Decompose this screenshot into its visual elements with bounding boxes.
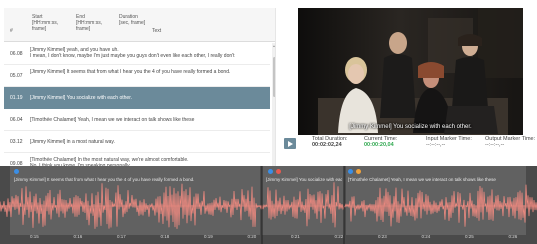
table-row[interactable]: 03.12 [Jimmy Kimmel] in a most natural w… <box>4 131 270 153</box>
time-tick-label: 0:17 <box>117 234 126 239</box>
table-row[interactable]: 09.08 [Timothée Chalamet] In the most na… <box>4 153 270 166</box>
play-button[interactable] <box>284 138 296 149</box>
table-row[interactable]: 06.04 [Timothée Chalamet] Yeah, I mean w… <box>4 109 270 131</box>
region-handle-icon[interactable] <box>14 169 19 174</box>
column-header-duration[interactable]: Duration [sec, frame] <box>119 14 149 26</box>
region-handle-icon[interactable] <box>348 169 353 174</box>
video-player[interactable]: [Jimmy Kimmel] You socialize with each o… <box>298 8 523 135</box>
time-tick-label: 0:20 <box>247 234 257 239</box>
time-tick-label: 0:22 <box>334 234 344 239</box>
row-text: [Timothée Chalamet] Yeah, I mean we we i… <box>30 117 195 123</box>
waveform-timeline[interactable]: [Jimmy Kimmel] It seems that from what I… <box>0 166 537 244</box>
region-label: [Jimmy Kimmel] You socialize with each o… <box>266 177 342 182</box>
row-id: 05.07 <box>10 73 23 79</box>
subtitle-table: # Start [HH:mm:ss, frame] End [HH:mm:ss,… <box>4 8 276 166</box>
output-marker-value: --:--:--,-- <box>485 142 505 148</box>
row-id: 06.08 <box>10 51 23 57</box>
row-id: 03.12 <box>10 139 23 145</box>
row-text: [Jimmy Kimmel] yeah, and you have uh. I … <box>30 47 235 60</box>
table-header: # Start [HH:mm:ss, frame] End [HH:mm:ss,… <box>4 8 275 42</box>
column-header-text[interactable]: Text <box>152 28 161 34</box>
time-tick-label: 0:15 <box>30 234 39 239</box>
table-row[interactable]: 06.08 [Jimmy Kimmel] yeah, and you have … <box>4 43 270 65</box>
time-tick-label: 0:23 <box>378 234 387 239</box>
time-tick-label: 0:16 <box>73 234 83 239</box>
region-handle-icon[interactable] <box>276 169 281 174</box>
region-label: [Timothée Chalamet] Yeah, I mean we we i… <box>348 177 496 182</box>
row-id: 06.04 <box>10 117 23 123</box>
column-header-id[interactable]: # <box>10 28 13 34</box>
table-row-selected[interactable]: 01.19 [Jimmy Kimmel] You socialize with … <box>4 87 270 109</box>
row-text: [Jimmy Kimmel] You socialize with each o… <box>30 95 132 101</box>
row-text: [Jimmy Kimmel] It seems that from what I… <box>30 69 231 75</box>
input-marker-value: --:--:--,-- <box>426 142 446 148</box>
row-text: [Jimmy Kimmel] in a most natural way. <box>30 139 115 145</box>
table-scrollbar[interactable]: ▲ <box>272 43 276 166</box>
column-header-end[interactable]: End [HH:mm:ss, frame] <box>76 14 110 32</box>
column-header-start[interactable]: Start [HH:mm:ss, frame] <box>32 14 66 32</box>
video-subtitle: [Jimmy Kimmel] You socialize with each o… <box>349 124 472 130</box>
output-marker: Output Marker Time: --:--:--,-- <box>485 136 535 148</box>
time-tick-label: 0:25 <box>465 234 474 239</box>
scroll-up-arrow-icon[interactable]: ▲ <box>272 44 276 48</box>
row-text: [Timothée Chalamet] In the most natural … <box>30 157 189 166</box>
time-tick-label: 0:18 <box>160 234 170 239</box>
time-tick-label: 0:24 <box>421 234 431 239</box>
row-id: 01.19 <box>10 95 23 101</box>
total-duration: Total Duration: 00:02:02,24 <box>312 136 347 148</box>
region-handle-icon[interactable] <box>268 169 273 174</box>
video-frame <box>298 8 523 135</box>
current-time: Current Time: 00:00:20,04 <box>364 136 397 148</box>
region-label: [Jimmy Kimmel] It seems that from what I… <box>14 177 195 182</box>
scroll-thumb[interactable] <box>272 57 275 97</box>
table-row[interactable]: 05.07 [Jimmy Kimmel] It seems that from … <box>4 65 270 87</box>
current-time-value: 00:00:20,04 <box>364 142 394 148</box>
region-handle-icon[interactable] <box>356 169 361 174</box>
time-tick-label: 0:19 <box>204 234 213 239</box>
total-duration-value: 00:02:02,24 <box>312 142 342 148</box>
input-marker: Input Marker Time: --:--:--,-- <box>426 136 472 148</box>
time-tick-label: 0:21 <box>291 234 300 239</box>
time-tick-label: 0:26 <box>508 234 518 239</box>
